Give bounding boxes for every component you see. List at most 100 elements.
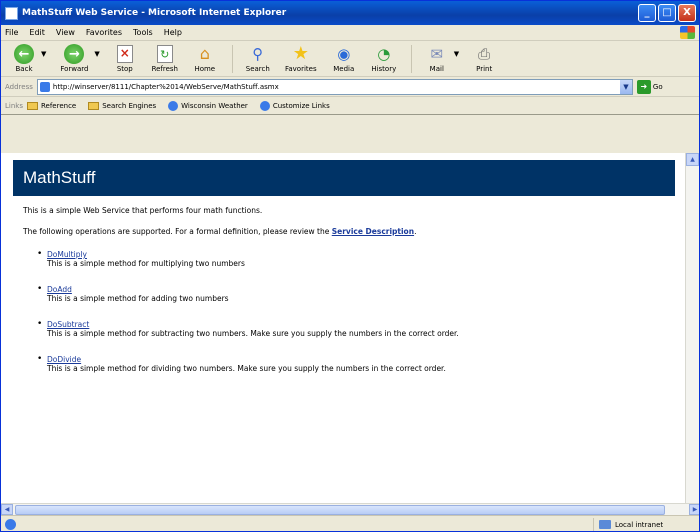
refresh-icon: ↻ <box>156 45 173 63</box>
scroll-right-icon[interactable]: ▶ <box>689 504 699 515</box>
mail-label: Mail <box>429 65 444 73</box>
forward-label: Forward <box>60 65 89 73</box>
favorites-label: Favorites <box>284 65 317 73</box>
browser-window: MathStuff Web Service - Microsoft Intern… <box>0 0 700 532</box>
media-label: Media <box>333 65 355 73</box>
minimize-button[interactable]: _ <box>638 4 656 22</box>
supported-text: The following operations are supported. … <box>23 227 687 236</box>
address-label: Address <box>5 82 33 91</box>
home-icon: ⌂ <box>199 44 210 63</box>
horizontal-scrollbar[interactable]: ◀ ▶ <box>1 503 699 515</box>
list-item: DoMultiply This is a simple method for m… <box>37 249 687 268</box>
operation-description: This is a simple method for subtracting … <box>47 329 459 338</box>
links-bar: Links Reference Search Engines Wisconsin… <box>1 97 699 115</box>
mail-button[interactable]: ✉ Mail <box>418 44 456 73</box>
history-label: History <box>371 65 397 73</box>
back-label: Back <box>15 65 33 73</box>
menu-tools[interactable]: Tools <box>133 28 153 37</box>
star-icon: ★ <box>292 43 309 64</box>
intro-text: This is a simple Web Service that perfor… <box>23 206 263 215</box>
page-content: MathStuff This is a simple Web Service t… <box>1 153 687 503</box>
supported-text-body: The following operations are supported. … <box>23 227 330 236</box>
forward-arrow-icon: → <box>64 44 85 64</box>
mail-icon: ✉ <box>430 44 444 63</box>
history-button[interactable]: ◔ History <box>365 44 403 73</box>
go-button[interactable]: ➜ Go <box>636 79 663 94</box>
menu-file[interactable]: File <box>5 28 18 37</box>
search-button[interactable]: ⚲ Search <box>239 44 277 73</box>
scroll-left-icon[interactable]: ◀ <box>1 504 13 515</box>
menu-view[interactable]: View <box>56 28 75 37</box>
operation-description: This is a simple method for adding two n… <box>47 294 229 303</box>
folder-icon <box>88 101 100 110</box>
toolbar: ← Back ▼ → Forward ▼ Stop ↻ Refresh ⌂ Ho… <box>1 41 699 77</box>
intranet-icon <box>599 520 611 529</box>
toolbar-separator <box>410 44 412 73</box>
title-bar: MathStuff Web Service - Microsoft Intern… <box>1 1 699 25</box>
address-dropdown-icon[interactable]: ▼ <box>619 79 632 94</box>
favorites-button[interactable]: ★ Favorites <box>279 43 323 74</box>
scroll-up-icon[interactable]: ▲ <box>686 153 699 166</box>
operation-link-dodivide[interactable]: DoDivide <box>47 355 687 364</box>
history-icon: ◔ <box>377 44 391 63</box>
mail-dropdown-icon[interactable]: ▼ <box>454 50 459 58</box>
address-url[interactable]: http://winserver/8111/Chapter%2014/WebSe… <box>53 83 620 91</box>
folder-icon <box>26 101 38 110</box>
link-customize-links[interactable]: Customize Links <box>259 100 330 111</box>
operations-list: DoMultiply This is a simple method for m… <box>1 249 687 373</box>
media-icon: ◉ <box>337 44 351 63</box>
link-wisconsin-weather[interactable]: Wisconsin Weather <box>168 100 248 111</box>
supported-text-end: . <box>414 227 417 236</box>
menu-edit[interactable]: Edit <box>29 28 45 37</box>
refresh-button[interactable]: ↻ Refresh <box>146 44 184 73</box>
stop-label: Stop <box>116 65 133 73</box>
horizontal-scroll-thumb[interactable] <box>15 504 665 515</box>
back-dropdown-icon[interactable]: ▼ <box>41 50 46 58</box>
address-bar: Address http://winserver/8111/Chapter%20… <box>1 77 699 97</box>
media-button[interactable]: ◉ Media <box>325 44 363 73</box>
search-icon: ⚲ <box>252 44 264 63</box>
security-zone: Local intranet <box>593 517 699 531</box>
operation-link-doadd[interactable]: DoAdd <box>47 285 687 294</box>
home-button[interactable]: ⌂ Home <box>186 44 224 74</box>
stop-icon <box>116 45 133 63</box>
ie-page-icon <box>168 100 179 111</box>
list-item: DoSubtract This is a simple method for s… <box>37 319 687 338</box>
home-label: Home <box>194 65 216 73</box>
status-bar: Local intranet <box>1 515 699 531</box>
operation-description: This is a simple method for multiplying … <box>47 259 245 268</box>
refresh-label: Refresh <box>151 65 178 73</box>
print-button[interactable]: ⎙ Print <box>465 44 503 73</box>
link-reference[interactable]: Reference <box>26 101 77 110</box>
vertical-scrollbar[interactable]: ▲ <box>685 153 699 503</box>
link-reference-label: Reference <box>40 101 77 110</box>
forward-button[interactable]: → Forward <box>52 44 96 73</box>
maximize-button[interactable]: □ <box>658 4 676 22</box>
menu-bar: File Edit View Favorites Tools Help <box>1 25 699 41</box>
printer-icon: ⎙ <box>478 44 491 63</box>
menu-favorites[interactable]: Favorites <box>86 28 122 37</box>
go-arrow-icon: ➜ <box>636 79 651 94</box>
back-arrow-icon: ← <box>14 44 34 64</box>
list-item: DoDivide This is a simple method for div… <box>37 354 687 373</box>
stop-button[interactable]: Stop <box>106 44 144 73</box>
address-input[interactable]: http://winserver/8111/Chapter%2014/WebSe… <box>36 78 633 95</box>
menu-help[interactable]: Help <box>164 28 182 37</box>
operation-link-domultiply[interactable]: DoMultiply <box>47 250 687 259</box>
link-customize-links-label: Customize Links <box>272 101 330 110</box>
operation-description: This is a simple method for dividing two… <box>47 364 446 373</box>
forward-dropdown-icon[interactable]: ▼ <box>94 50 99 58</box>
service-description-link[interactable]: Service Description <box>332 227 414 236</box>
search-label: Search <box>245 65 270 73</box>
go-label: Go <box>652 82 663 91</box>
window-controls: _ □ X <box>638 4 696 22</box>
close-button[interactable]: X <box>678 4 696 22</box>
page-status-icon <box>5 519 16 530</box>
print-label: Print <box>476 65 493 73</box>
operation-link-dosubtract[interactable]: DoSubtract <box>47 320 687 329</box>
link-search-engines-label: Search Engines <box>102 101 157 110</box>
toolbar-separator <box>231 44 233 73</box>
zone-label: Local intranet <box>615 520 664 529</box>
back-button[interactable]: ← Back <box>5 44 43 73</box>
link-search-engines[interactable]: Search Engines <box>88 101 157 110</box>
